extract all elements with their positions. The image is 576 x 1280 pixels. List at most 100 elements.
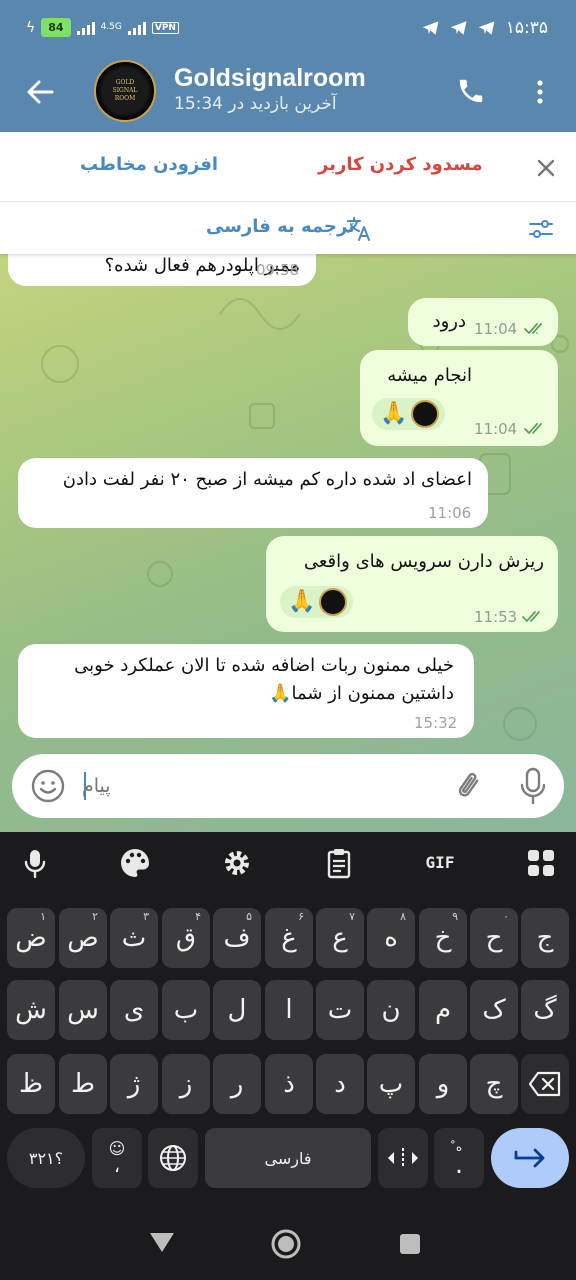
key[interactable]: ب: [162, 980, 210, 1040]
key[interactable]: ۱ض: [7, 908, 55, 968]
key-label: ظ: [18, 1069, 44, 1099]
key-label: .: [454, 1150, 464, 1180]
message-bubble[interactable]: خیلی ممنون ربات اضافه شده تا الان عملکرد…: [18, 644, 474, 738]
key[interactable]: ۷ع: [316, 908, 364, 968]
message-bubble[interactable]: ممبر اپلودرهم فعال شده؟ 09:58: [8, 254, 316, 286]
reaction-pill[interactable]: 🙏: [280, 586, 354, 618]
message-bubble[interactable]: انجام میشه 🙏 11:04: [360, 350, 558, 446]
emoji-icon[interactable]: [30, 768, 66, 804]
message-text: انجام میشه: [387, 365, 472, 386]
apps-grid-icon[interactable]: [524, 846, 558, 880]
cursor-move-icon: [388, 1148, 418, 1168]
key-label: ض: [15, 923, 47, 953]
key[interactable]: ظ: [7, 1054, 55, 1114]
key-label: ق: [175, 923, 197, 953]
chat-messages-area[interactable]: ممبر اپلودرهم فعال شده؟ 09:58 درود 11:04…: [0, 254, 576, 832]
key[interactable]: ژ: [110, 1054, 158, 1114]
cursor-move-key[interactable]: [378, 1128, 428, 1188]
phone-icon[interactable]: [456, 76, 486, 106]
key-hint: ۶: [298, 910, 304, 923]
more-vertical-icon[interactable]: [530, 76, 550, 108]
microphone-icon[interactable]: [518, 766, 548, 806]
message-bubble[interactable]: درود 11:04: [408, 298, 558, 346]
globe-icon: [160, 1145, 186, 1171]
settings-sliders-icon[interactable]: [528, 216, 554, 242]
key[interactable]: ر: [213, 1054, 261, 1114]
clipboard-icon[interactable]: [322, 846, 356, 880]
space-key[interactable]: فارسی: [205, 1128, 371, 1188]
key-label: ز: [179, 1069, 193, 1099]
attachment-icon[interactable]: [452, 768, 488, 804]
key-label: ،: [114, 1156, 120, 1177]
key[interactable]: ۳ث: [110, 908, 158, 968]
key[interactable]: گ: [521, 980, 569, 1040]
key[interactable]: ا: [265, 980, 313, 1040]
gif-button[interactable]: GIF: [420, 846, 460, 880]
key[interactable]: ش: [7, 980, 55, 1040]
nav-recent-apps-icon[interactable]: [398, 1232, 422, 1256]
key[interactable]: ط: [59, 1054, 107, 1114]
key[interactable]: ۵ف: [213, 908, 261, 968]
key[interactable]: پ: [367, 1054, 415, 1114]
language-key[interactable]: [148, 1128, 198, 1188]
key[interactable]: د: [316, 1054, 364, 1114]
message-composer: [12, 754, 564, 818]
gear-icon[interactable]: [220, 846, 254, 880]
chat-title[interactable]: Goldsignalroom: [174, 64, 366, 93]
nav-home-icon[interactable]: [270, 1228, 302, 1260]
key[interactable]: ذ: [265, 1054, 313, 1114]
message-bubble[interactable]: ریزش دارن سرویس های واقعی 🙏 11:53: [266, 536, 558, 632]
key[interactable]: ۶غ: [265, 908, 313, 968]
clock: ۱۵:۳۵: [505, 18, 548, 38]
add-contact-button[interactable]: افزودن مخاطب: [80, 154, 218, 175]
key-label: ط: [70, 1069, 96, 1099]
reaction-pill[interactable]: 🙏: [372, 398, 446, 430]
message-reactions[interactable]: 🙏: [280, 584, 354, 620]
key[interactable]: چ: [470, 1054, 518, 1114]
enter-key[interactable]: [491, 1128, 569, 1188]
emoji-comma-key[interactable]: ☺ ،: [92, 1128, 142, 1188]
nav-back-icon[interactable]: [148, 1230, 176, 1254]
key[interactable]: ز: [162, 1054, 210, 1114]
key-label: ش: [15, 995, 47, 1025]
key[interactable]: س: [59, 980, 107, 1040]
block-user-button[interactable]: مسدود کردن کاربر: [318, 154, 483, 175]
back-arrow-icon[interactable]: [24, 76, 56, 108]
close-icon[interactable]: [534, 156, 558, 180]
key[interactable]: ۲ص: [59, 908, 107, 968]
key[interactable]: ن: [367, 980, 415, 1040]
period-key[interactable]: ه̊ .: [434, 1128, 484, 1188]
avatar[interactable]: GOLD SIGNAL ROOM: [94, 60, 156, 122]
message-input[interactable]: [82, 764, 382, 808]
message-bubble[interactable]: اعضای اد شده داره کم میشه از صبح ۲۰ نفر …: [18, 458, 488, 528]
mic-icon[interactable]: [18, 846, 52, 880]
key[interactable]: و: [419, 1054, 467, 1114]
key[interactable]: ل: [213, 980, 261, 1040]
palette-icon[interactable]: [118, 846, 152, 880]
key[interactable]: ۰ح: [470, 908, 518, 968]
translate-button[interactable]: ترجمه به فارسی: [206, 216, 355, 237]
telegram-notification-icon: [478, 21, 495, 35]
key-label: ل: [227, 995, 247, 1025]
message-time: 11:04: [474, 320, 518, 338]
key-label: د: [334, 1069, 346, 1099]
message-text-line: خیلی ممنون ربات اضافه شده تا الان عملکرد…: [74, 655, 454, 676]
key-hint: ۰: [503, 910, 509, 923]
key-hint: ۲: [92, 910, 98, 923]
message-text: خیلی ممنون ربات اضافه شده تا الان عملکرد…: [74, 652, 454, 708]
symbols-key[interactable]: ؟۳۲۱: [7, 1128, 85, 1188]
key[interactable]: ی: [110, 980, 158, 1040]
key[interactable]: ج: [521, 908, 569, 968]
translate-icon: [347, 217, 370, 241]
key[interactable]: ۹خ: [419, 908, 467, 968]
message-reactions[interactable]: 🙏: [372, 396, 446, 432]
key[interactable]: ۴ق: [162, 908, 210, 968]
key[interactable]: ت: [316, 980, 364, 1040]
key[interactable]: ۸ه: [367, 908, 415, 968]
key[interactable]: ک: [470, 980, 518, 1040]
backspace-key[interactable]: [521, 1054, 569, 1114]
telegram-notification-icon: [422, 21, 439, 35]
key[interactable]: م: [419, 980, 467, 1040]
keyboard-toolbar: GIF: [0, 832, 576, 894]
key-label: غ: [281, 923, 297, 953]
